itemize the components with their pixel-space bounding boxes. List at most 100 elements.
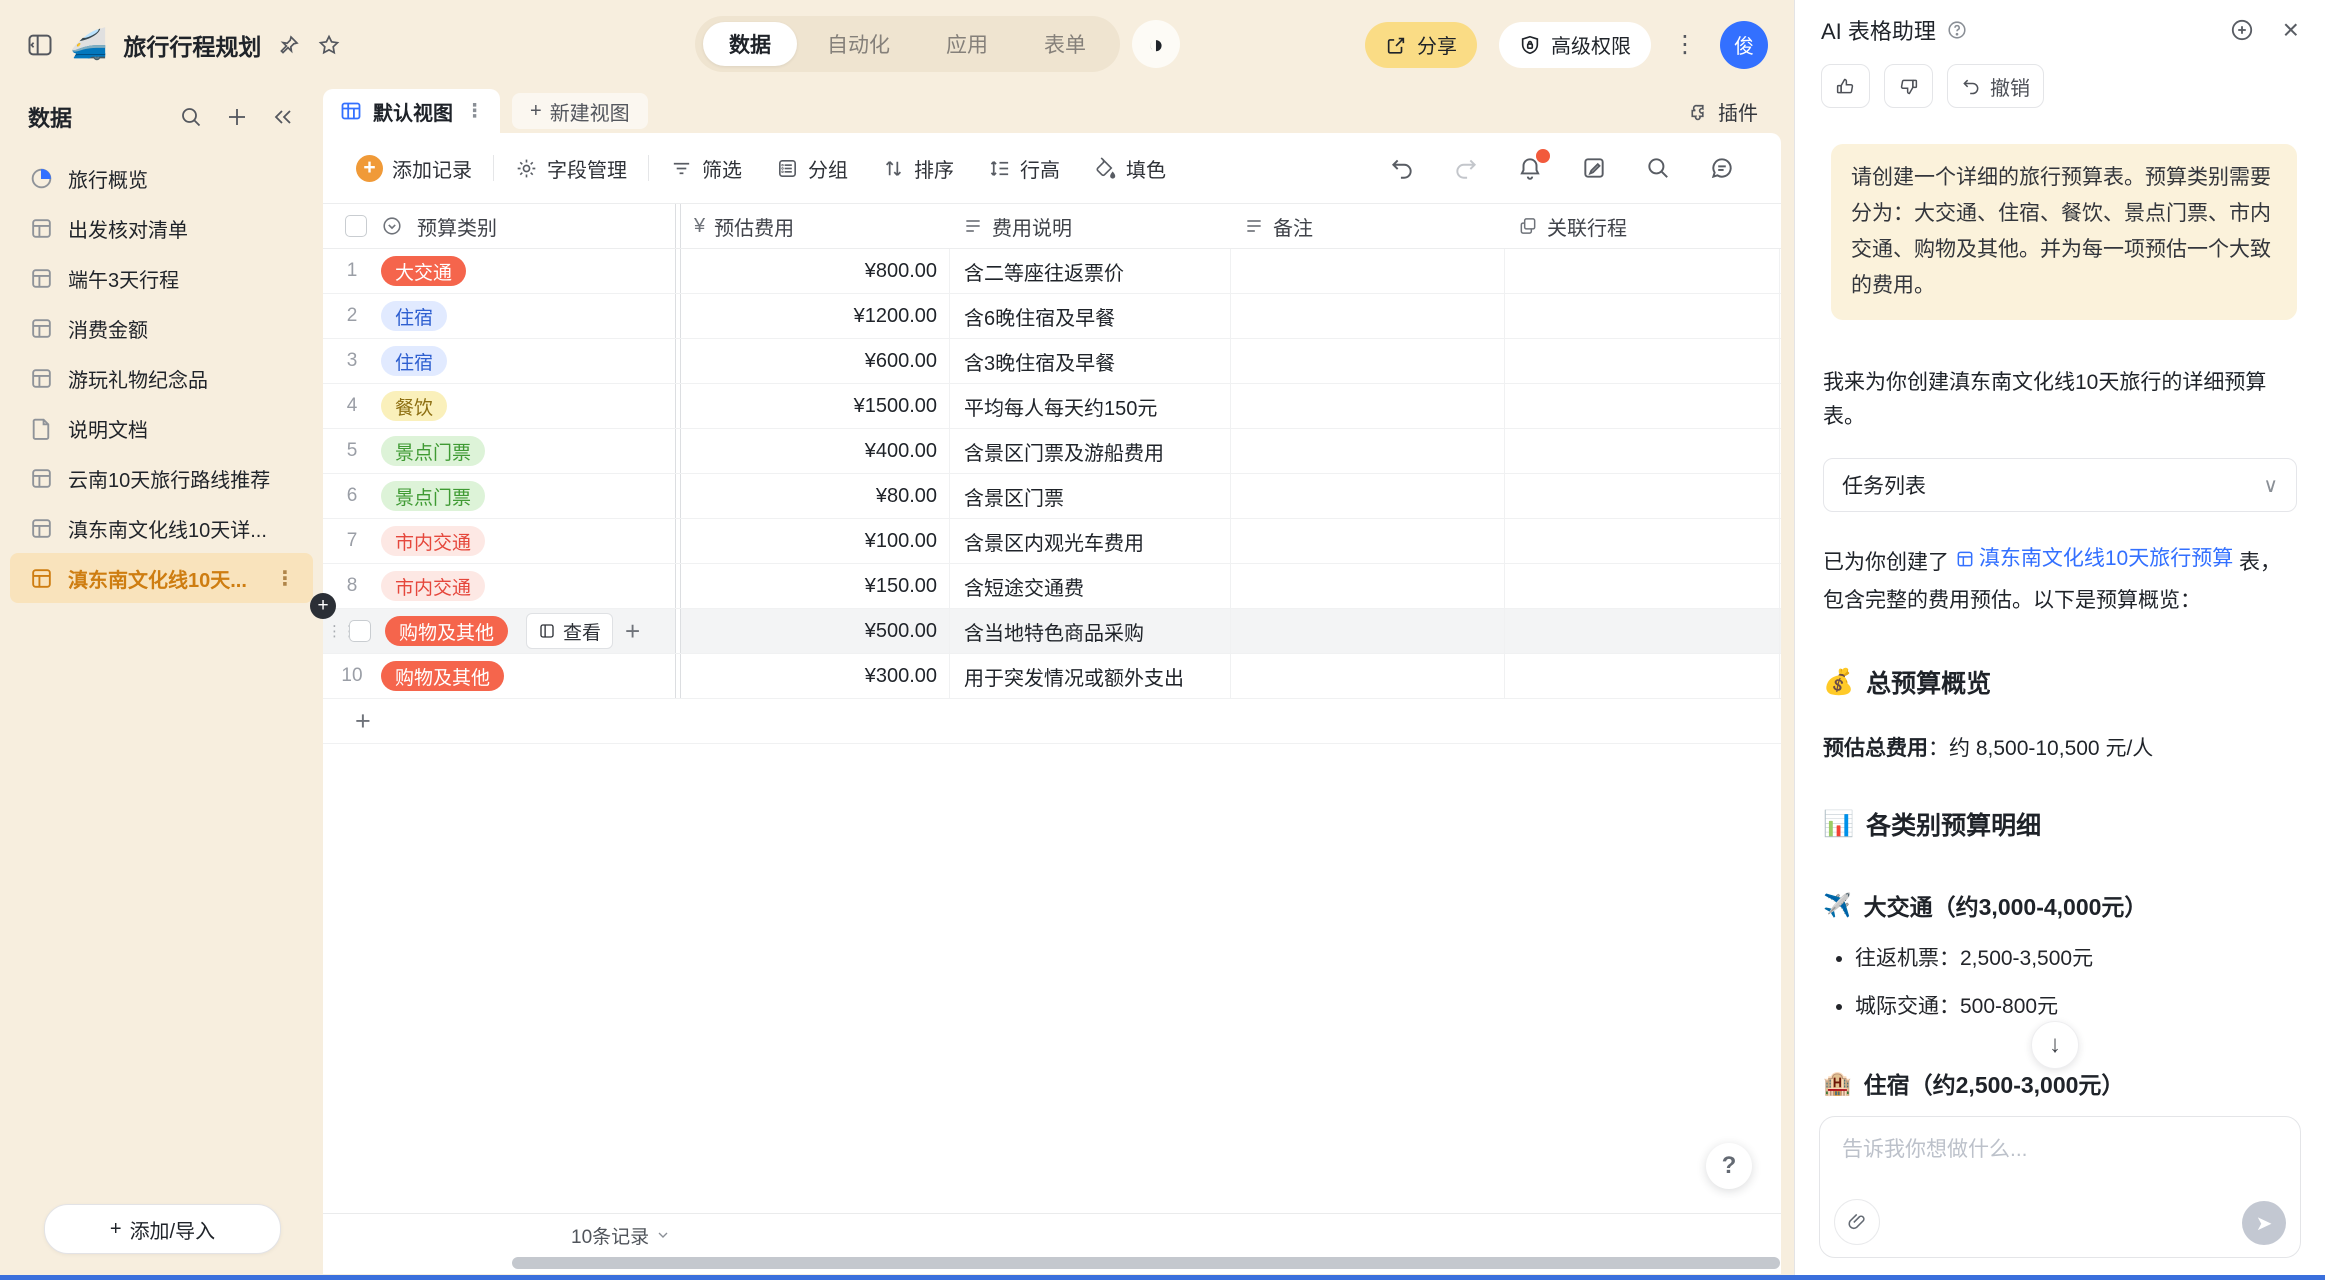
drag-handle-icon[interactable]: ⋮⋮ <box>327 625 343 638</box>
attachment-button[interactable] <box>1834 1199 1880 1245</box>
category-tag[interactable]: 住宿 <box>381 346 447 376</box>
amount-cell[interactable]: ¥80.00 <box>681 474 950 518</box>
table-row[interactable]: 3住宿 ¥600.00 含3晚住宿及早餐 <box>323 339 1781 384</box>
amount-cell[interactable]: ¥400.00 <box>681 429 950 473</box>
amount-cell[interactable]: ¥600.00 <box>681 339 950 383</box>
add-record-button[interactable]: + 添加记录 <box>356 154 472 183</box>
filter-button[interactable]: 筛选 <box>670 154 742 183</box>
thumbs-up-button[interactable] <box>1821 64 1870 108</box>
group-button[interactable]: 分组 <box>776 154 848 183</box>
search-icon[interactable] <box>179 105 203 129</box>
theme-toggle-icon[interactable]: ◑ <box>1132 20 1180 68</box>
thumbs-down-button[interactable] <box>1884 64 1933 108</box>
table-row[interactable]: 6景点门票 ¥80.00 含景区门票 <box>323 474 1781 519</box>
view-tab-default[interactable]: 默认视图 ⋮ <box>323 89 500 133</box>
sidebar-item-doc[interactable]: 说明文档 <box>10 403 313 453</box>
star-icon[interactable] <box>317 33 341 57</box>
notification-bell-icon[interactable] <box>1517 155 1543 181</box>
link-cell[interactable] <box>1505 249 1780 293</box>
view-more-icon[interactable]: ⋮ <box>465 100 484 123</box>
tab-data[interactable]: 数据 <box>703 22 797 66</box>
horizontal-scrollbar[interactable] <box>512 1257 1780 1269</box>
insert-row-button[interactable]: + <box>310 593 336 619</box>
new-view-button[interactable]: + 新建视图 <box>512 93 648 129</box>
table-row-hovered[interactable]: ⋮⋮ 购物及其他 查看 + ¥500.00 含当地特色商 <box>323 609 1781 654</box>
new-chat-icon[interactable] <box>2229 17 2255 43</box>
desc-cell[interactable]: 用于突发情况或额外支出 <box>950 654 1231 698</box>
select-all-checkbox[interactable] <box>345 215 367 237</box>
send-button[interactable]: ➤ <box>2242 1201 2286 1245</box>
desc-cell[interactable]: 含景区内观光车费用 <box>950 519 1231 563</box>
amount-cell[interactable]: ¥150.00 <box>681 564 950 608</box>
sidebar-item-spend[interactable]: 消费金额 <box>10 303 313 353</box>
row-height-button[interactable]: 行高 <box>988 154 1060 183</box>
link-cell[interactable] <box>1505 519 1780 563</box>
sidebar-item-yunnan-route[interactable]: 云南10天旅行路线推荐 <box>10 453 313 503</box>
category-tag[interactable]: 市内交通 <box>381 571 485 601</box>
desc-cell[interactable]: 含景区门票 <box>950 474 1231 518</box>
amount-cell[interactable]: ¥100.00 <box>681 519 950 563</box>
sidebar-item-3day-trip[interactable]: 端午3天行程 <box>10 253 313 303</box>
column-header-amount[interactable]: ¥ 预估费用 <box>681 204 950 248</box>
table-row[interactable]: 10购物及其他 ¥300.00 用于突发情况或额外支出 <box>323 654 1781 699</box>
plugin-button[interactable]: 插件 <box>1687 89 1758 133</box>
created-table-link[interactable]: 滇东南文化线10天旅行预算 <box>1955 540 2233 578</box>
close-icon[interactable]: × <box>2283 14 2299 46</box>
desc-cell[interactable]: 含二等座往返票价 <box>950 249 1231 293</box>
category-tag[interactable]: 住宿 <box>381 301 447 331</box>
collapse-sidebar-icon[interactable] <box>271 105 295 129</box>
column-header-note[interactable]: 备注 <box>1231 204 1505 248</box>
category-tag[interactable]: 市内交通 <box>381 526 485 556</box>
category-tag[interactable]: 购物及其他 <box>385 616 508 646</box>
help-circle-icon[interactable] <box>1946 19 1968 41</box>
desc-cell[interactable]: 含当地特色商品采购 <box>950 609 1231 653</box>
sidebar-item-culture-budget-active[interactable]: 滇东南文化线10天... ⋮ <box>10 553 313 603</box>
desc-cell[interactable]: 含3晚住宿及早餐 <box>950 339 1231 383</box>
desc-cell[interactable]: 含6晚住宿及早餐 <box>950 294 1231 338</box>
amount-cell[interactable]: ¥300.00 <box>681 654 950 698</box>
note-cell[interactable] <box>1231 609 1505 653</box>
desc-cell[interactable]: 平均每人每天约150元 <box>950 384 1231 428</box>
amount-cell[interactable]: ¥1500.00 <box>681 384 950 428</box>
column-header-link[interactable]: 关联行程 <box>1505 204 1780 248</box>
note-cell[interactable] <box>1231 474 1505 518</box>
note-cell[interactable] <box>1231 384 1505 428</box>
amount-cell[interactable]: ¥800.00 <box>681 249 950 293</box>
sidebar-item-culture-detail[interactable]: 滇东南文化线10天详... <box>10 503 313 553</box>
help-button[interactable]: ? <box>1706 1143 1752 1189</box>
sort-button[interactable]: 排序 <box>882 154 954 183</box>
note-cell[interactable] <box>1231 294 1505 338</box>
link-cell[interactable] <box>1505 654 1780 698</box>
sidebar-item-overview[interactable]: 旅行概览 <box>10 153 313 203</box>
column-header-desc[interactable]: 费用说明 <box>950 204 1231 248</box>
link-cell[interactable] <box>1505 384 1780 428</box>
note-cell[interactable] <box>1231 654 1505 698</box>
amount-cell[interactable]: ¥1200.00 <box>681 294 950 338</box>
task-list-collapsed[interactable]: 任务列表 ∨ <box>1823 458 2297 512</box>
link-cell[interactable] <box>1505 609 1780 653</box>
link-cell[interactable] <box>1505 294 1780 338</box>
add-table-icon[interactable] <box>225 105 249 129</box>
search-table-icon[interactable] <box>1645 155 1671 181</box>
add-import-button[interactable]: + 添加/导入 <box>44 1204 281 1254</box>
category-tag[interactable]: 大交通 <box>381 256 466 286</box>
more-menu-icon[interactable]: ⋮ <box>1673 30 1698 59</box>
chat-input-box[interactable]: 告诉我你想做什么... ➤ <box>1819 1116 2301 1258</box>
field-manage-button[interactable]: 字段管理 <box>515 154 627 183</box>
table-row[interactable]: 5景点门票 ¥400.00 含景区门票及游船费用 <box>323 429 1781 474</box>
row-checkbox[interactable] <box>349 620 371 642</box>
redo-icon[interactable] <box>1453 155 1479 181</box>
item-more-icon[interactable]: ⋮ <box>275 566 295 591</box>
note-cell[interactable] <box>1231 429 1505 473</box>
link-cell[interactable] <box>1505 339 1780 383</box>
category-tag[interactable]: 景点门票 <box>381 436 485 466</box>
link-cell[interactable] <box>1505 429 1780 473</box>
link-cell[interactable] <box>1505 564 1780 608</box>
scroll-to-bottom-button[interactable]: ↓ <box>2031 1021 2079 1069</box>
pin-icon[interactable] <box>277 33 301 57</box>
add-row-button[interactable]: + <box>323 699 1781 744</box>
row-add-icon[interactable]: + <box>625 616 640 647</box>
share-button[interactable]: 分享 <box>1365 22 1477 68</box>
table-row[interactable]: 1大交通 ¥800.00 含二等座往返票价 <box>323 249 1781 294</box>
desc-cell[interactable]: 含景区门票及游船费用 <box>950 429 1231 473</box>
